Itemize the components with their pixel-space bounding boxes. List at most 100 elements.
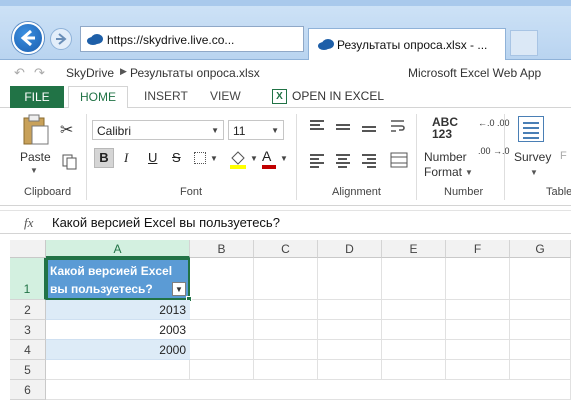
- column-header-b[interactable]: B: [190, 240, 254, 258]
- back-button[interactable]: [12, 22, 44, 54]
- function-icon[interactable]: fx: [24, 215, 33, 231]
- grid-cell[interactable]: [254, 258, 318, 300]
- format-as-table-button[interactable]: F: [560, 150, 567, 162]
- group-separator: [86, 114, 87, 200]
- column-header-a[interactable]: A: [46, 240, 190, 258]
- grid-cell[interactable]: [382, 258, 446, 300]
- new-tab-button[interactable]: [510, 30, 538, 56]
- format-dropdown-icon[interactable]: ▼: [465, 168, 473, 177]
- number-format-button[interactable]: Number: [424, 150, 467, 164]
- align-left-icon[interactable]: [310, 154, 324, 168]
- column-header-f[interactable]: F: [446, 240, 510, 258]
- fill-color-dropdown-icon[interactable]: ▼: [250, 154, 258, 163]
- column-header-c[interactable]: C: [254, 240, 318, 258]
- bold-button[interactable]: B: [94, 148, 114, 168]
- alignment-group-label: Alignment: [332, 186, 381, 198]
- borders-dropdown-icon[interactable]: ▼: [210, 154, 218, 163]
- paste-dropdown-icon[interactable]: ▼: [30, 166, 38, 175]
- column-header-d[interactable]: D: [318, 240, 382, 258]
- grid-row-3[interactable]: [190, 320, 571, 340]
- grid-cell[interactable]: [190, 258, 254, 300]
- tab-insert[interactable]: INSERT: [144, 89, 188, 103]
- column-header-e[interactable]: E: [382, 240, 446, 258]
- font-name-dropdown[interactable]: Calibri ▼: [92, 120, 224, 140]
- breadcrumb-skydrive[interactable]: SkyDrive: [66, 66, 114, 80]
- row-header-5[interactable]: 5: [10, 360, 46, 380]
- redo-icon[interactable]: ↷: [34, 65, 45, 81]
- borders-icon[interactable]: [194, 152, 206, 164]
- tab-view[interactable]: VIEW: [210, 89, 241, 103]
- formula-bar: fx Какой версией Excel вы пользуетесь?: [0, 210, 571, 234]
- strikethrough-button[interactable]: S: [172, 150, 181, 165]
- cut-icon[interactable]: ✂: [60, 120, 73, 140]
- skydrive-cloud-icon: [318, 39, 334, 50]
- survey-icon[interactable]: [518, 116, 544, 142]
- paste-button[interactable]: Paste: [20, 150, 51, 164]
- skydrive-cloud-icon: [87, 34, 103, 45]
- fill-color-icon[interactable]: [228, 148, 248, 170]
- formula-input[interactable]: Какой версией Excel вы пользуетесь?: [52, 215, 280, 230]
- address-text[interactable]: https://skydrive.live.co...: [107, 33, 234, 47]
- wrap-text-icon[interactable]: [390, 118, 408, 134]
- paste-icon[interactable]: [22, 114, 50, 146]
- group-separator: [416, 114, 417, 200]
- select-all-corner[interactable]: [10, 240, 46, 258]
- chevron-down-icon: ▼: [271, 126, 279, 135]
- font-group-label: Font: [180, 186, 203, 198]
- tab-home[interactable]: HOME: [68, 86, 128, 109]
- font-size-dropdown[interactable]: 11 ▼: [228, 120, 284, 140]
- breadcrumb-separator-icon: ▶: [120, 66, 127, 76]
- excel-logo-icon[interactable]: X: [272, 89, 287, 104]
- grid-cell[interactable]: [510, 258, 571, 300]
- italic-button[interactable]: I: [124, 150, 128, 166]
- row-header-4[interactable]: 4: [10, 340, 46, 360]
- chevron-down-icon: ▼: [211, 126, 219, 135]
- grid-row-6[interactable]: [46, 380, 571, 400]
- browser-toolbar: https://skydrive.live.co... ▼ ↻ ✕ Резуль…: [0, 0, 571, 60]
- browser-tab-title[interactable]: Результаты опроса.xlsx - ...: [337, 38, 487, 52]
- group-separator: [504, 114, 505, 200]
- number-format-icon[interactable]: ABC 123: [432, 116, 458, 140]
- forward-button[interactable]: [50, 28, 72, 50]
- spreadsheet-grid: A B C D E F G 1 2 3 4 5 6 Какой версией …: [0, 240, 571, 412]
- row-header-6[interactable]: 6: [10, 380, 46, 400]
- app-name: Microsoft Excel Web App: [408, 66, 542, 80]
- row-header-1[interactable]: 1: [10, 258, 46, 300]
- align-center-icon[interactable]: [336, 154, 350, 168]
- align-middle-icon[interactable]: [336, 124, 350, 136]
- table-row[interactable]: 2013: [46, 300, 190, 320]
- window-frame-edge: [0, 0, 571, 6]
- address-bar[interactable]: https://skydrive.live.co... ▼ ↻ ✕: [80, 26, 390, 52]
- font-name-value: Calibri: [97, 124, 132, 138]
- merge-center-icon[interactable]: [390, 152, 408, 168]
- survey-dropdown-icon[interactable]: ▼: [530, 168, 538, 177]
- font-color-button[interactable]: A: [262, 148, 271, 164]
- row-header-2[interactable]: 2: [10, 300, 46, 320]
- grid-row-2[interactable]: [190, 300, 571, 320]
- tab-open-in-excel[interactable]: OPEN IN EXCEL: [292, 89, 384, 103]
- align-top-icon[interactable]: [310, 120, 324, 132]
- survey-button[interactable]: Survey: [514, 150, 551, 164]
- number-format-dropdown[interactable]: Format: [424, 165, 462, 179]
- grid-cell[interactable]: [318, 258, 382, 300]
- tab-file[interactable]: FILE: [10, 86, 64, 108]
- browser-tab-active[interactable]: Результаты опроса.xlsx - ...: [308, 28, 506, 60]
- font-color-dropdown-icon[interactable]: ▼: [280, 154, 288, 163]
- underline-button[interactable]: U: [148, 150, 157, 165]
- align-bottom-icon[interactable]: [362, 126, 376, 138]
- table-header-cell[interactable]: Какой версией Excel вы пользуетесь? ▼: [46, 258, 190, 300]
- align-right-icon[interactable]: [362, 154, 376, 168]
- table-row[interactable]: 2003: [46, 320, 190, 340]
- filter-dropdown-button[interactable]: ▼: [172, 282, 186, 296]
- ribbon-tab-bar: FILE HOME INSERT VIEW X OPEN IN EXCEL: [0, 86, 571, 109]
- table-row[interactable]: 2000: [46, 340, 190, 360]
- grid-cell[interactable]: [446, 258, 510, 300]
- undo-icon[interactable]: ↶: [14, 65, 25, 81]
- column-header-g[interactable]: G: [510, 240, 571, 258]
- grid-row-4[interactable]: [190, 340, 571, 360]
- grid-row-5[interactable]: [46, 360, 571, 380]
- excel-title-row: ↶ ↷ SkyDrive ▶ Результаты опроса.xlsx Mi…: [0, 60, 571, 86]
- arrow-right-icon: [56, 33, 67, 45]
- row-header-3[interactable]: 3: [10, 320, 46, 340]
- copy-icon[interactable]: [62, 154, 78, 170]
